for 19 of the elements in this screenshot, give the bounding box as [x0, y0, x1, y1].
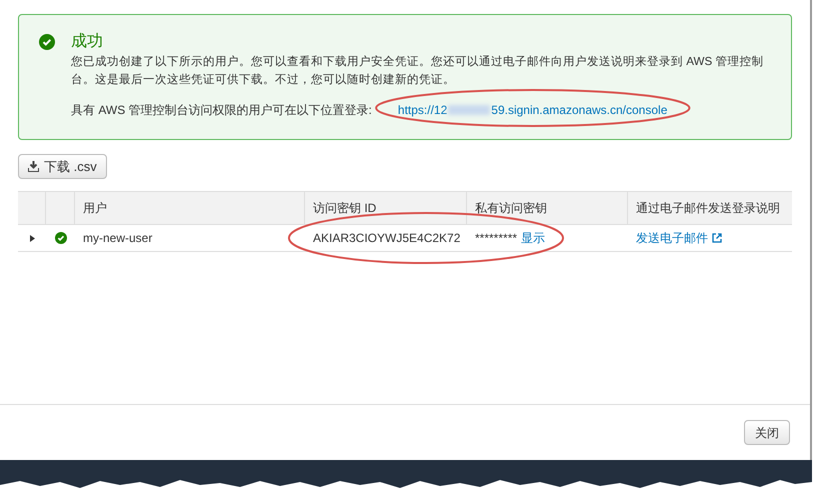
secret-mask: *********: [475, 230, 518, 247]
check-circle-icon: [39, 34, 55, 50]
download-csv-button[interactable]: 下载 .csv: [18, 154, 107, 179]
column-header: 通过电子邮件发送登录说明: [636, 200, 780, 217]
table-cell: my-new-user: [83, 231, 152, 245]
column-header: 私有访问密钥: [475, 200, 547, 217]
download-icon: [28, 161, 39, 172]
column-header: 访问密钥 ID: [313, 200, 376, 217]
check-circle-icon: [54, 232, 66, 244]
send-email-link[interactable]: 发送电子邮件: [636, 229, 708, 247]
column-header: 用户: [83, 200, 107, 217]
caret-right-icon[interactable]: [30, 234, 34, 242]
alert-title: 成功: [71, 33, 104, 51]
show-link[interactable]: 显示: [521, 229, 546, 247]
close-button[interactable]: 关闭: [744, 420, 790, 445]
login-label: 具有 AWS 管理控制台访问权限的用户可在以下位置登录:: [71, 102, 372, 119]
external-link-icon: [712, 233, 722, 243]
alert-message: 您已成功创建了以下所示的用户。您可以查看和下载用户安全凭证。您还可以通过电子邮件向用户发送说明来登录到 AWS 管理控制台。这是最后一次这些凭证可供下载。不过，您可以随时创建新的凭证。: [71, 54, 764, 88]
table-cell: AKIAR3CIOYWJ5E4C2K72: [313, 231, 460, 245]
